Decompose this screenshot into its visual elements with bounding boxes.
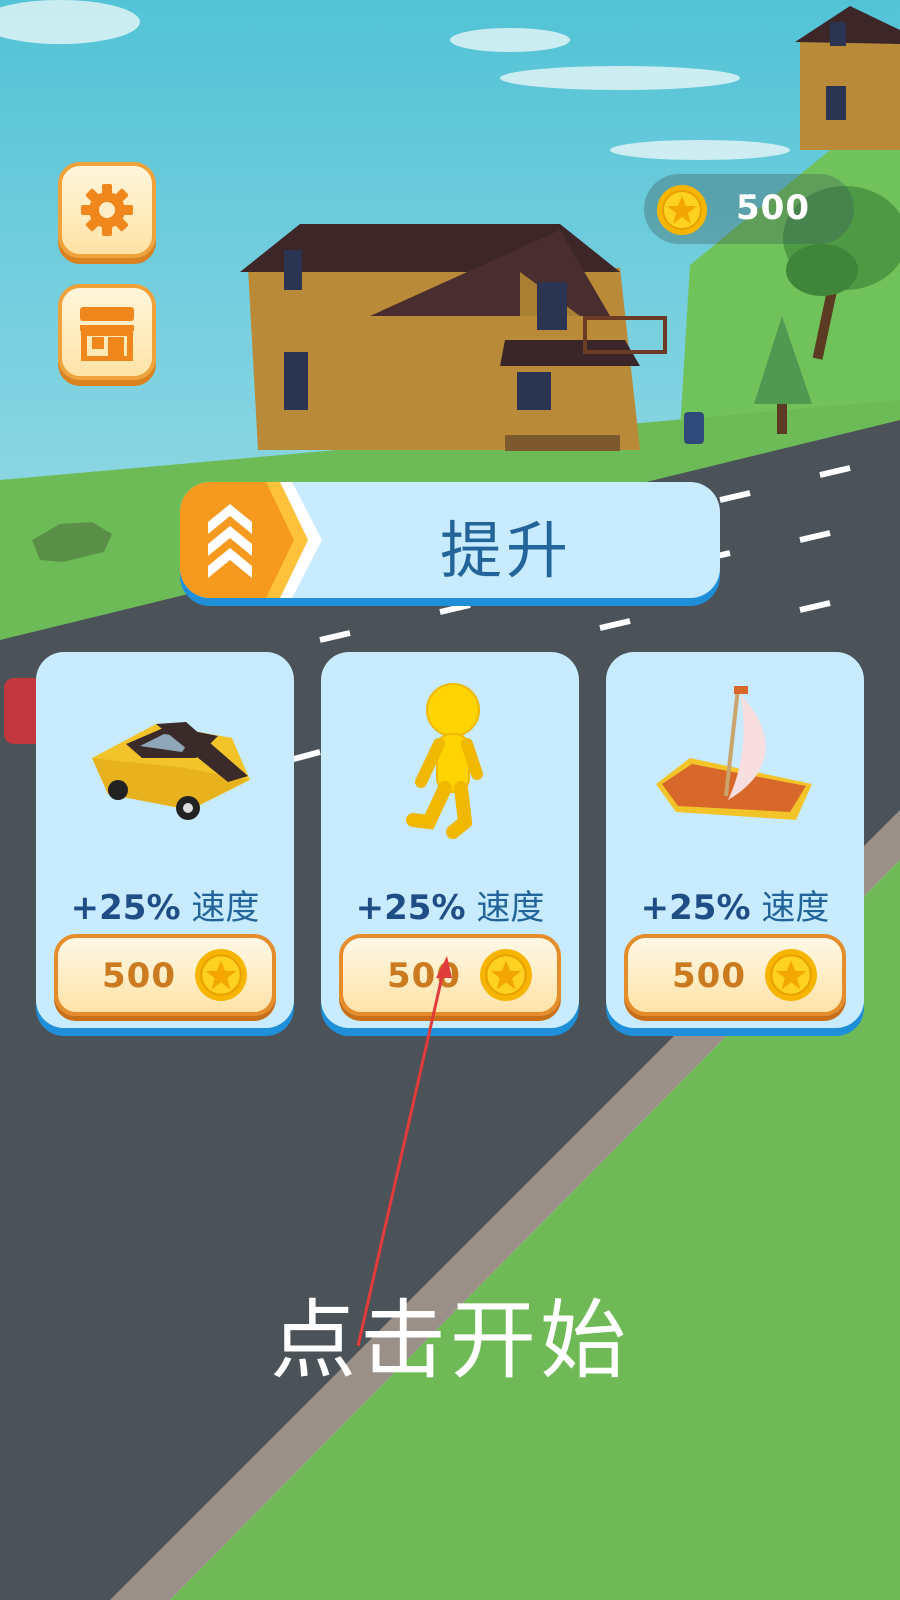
- speed-boost-label: +25% 速度: [321, 880, 579, 929]
- buy-car-button[interactable]: 500: [54, 934, 276, 1016]
- buy-boat-button[interactable]: 500: [624, 934, 846, 1016]
- coin-icon: [765, 949, 817, 1001]
- boost-label: 速度: [191, 888, 260, 928]
- chevrons-up-icon: [180, 482, 322, 598]
- shop-button[interactable]: [58, 284, 156, 380]
- upgrade-card-car: +25% 速度 500: [36, 652, 294, 1028]
- car-icon: [92, 722, 250, 820]
- boost-label: 速度: [761, 888, 830, 928]
- speed-boost-label: +25% 速度: [36, 880, 294, 929]
- boost-value: +25%: [355, 888, 466, 928]
- coin-amount: 500: [736, 188, 810, 228]
- coin-counter: 500: [644, 174, 854, 244]
- price: 500: [387, 956, 461, 996]
- shop-icon: [80, 307, 134, 361]
- tap-to-start-prompt[interactable]: 点击开始: [0, 1270, 900, 1395]
- price: 500: [672, 956, 746, 996]
- upgrade-title: 提升: [440, 514, 573, 587]
- runner-icon: [406, 683, 483, 839]
- gear-icon: [81, 184, 133, 236]
- boost-value: +25%: [70, 888, 181, 928]
- price: 500: [102, 956, 176, 996]
- sailboat-icon: [656, 686, 812, 820]
- coin-icon: [657, 185, 707, 235]
- upgrade-card-boat: +25% 速度 500: [606, 652, 864, 1028]
- trash-can: [684, 412, 704, 444]
- coin-icon: [480, 949, 532, 1001]
- upgrade-banner: 提升: [180, 482, 720, 598]
- upgrade-card-runner: +25% 速度 500: [321, 652, 579, 1028]
- boost-label: 速度: [476, 888, 545, 928]
- coin-icon: [195, 949, 247, 1001]
- speed-boost-label: +25% 速度: [606, 880, 864, 929]
- house-main: [240, 224, 667, 451]
- buy-runner-button[interactable]: 500: [339, 934, 561, 1016]
- boost-value: +25%: [640, 888, 751, 928]
- settings-button[interactable]: [58, 162, 156, 258]
